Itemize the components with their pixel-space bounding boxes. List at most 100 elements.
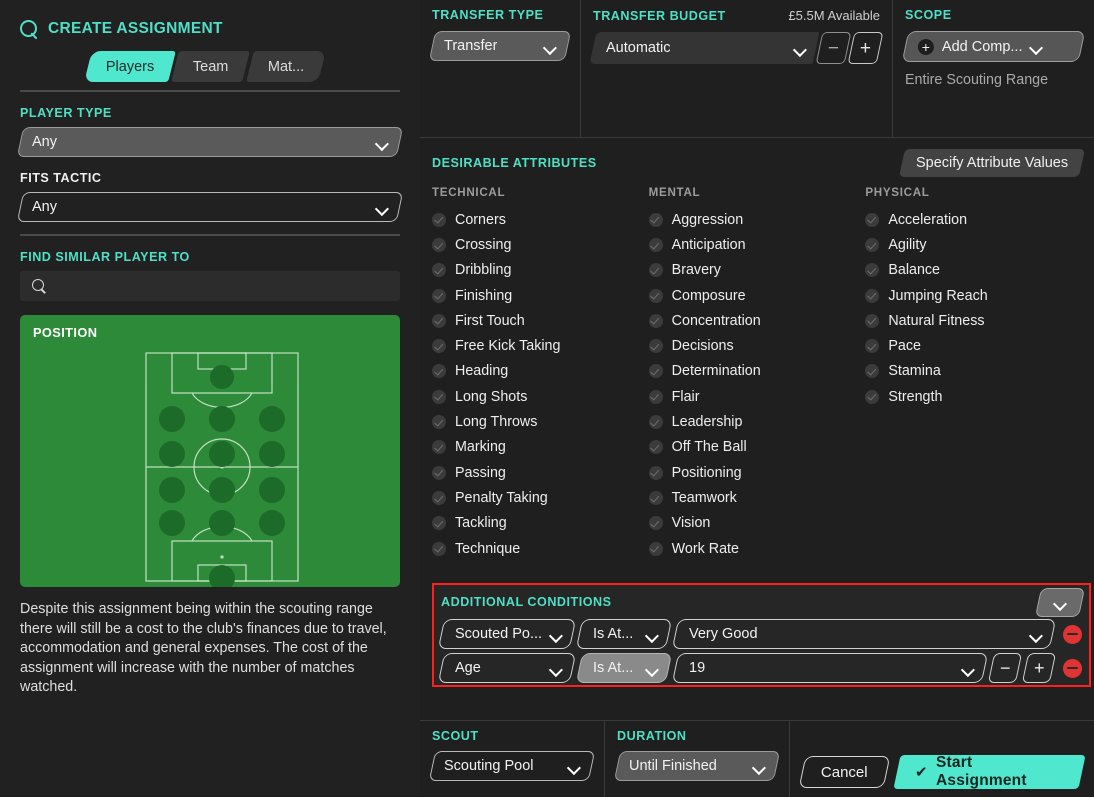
condition-operator-select[interactable]: Is At...: [575, 653, 673, 683]
attribute-item[interactable]: Teamwork: [648, 485, 866, 510]
attribute-item[interactable]: Leadership: [648, 409, 866, 434]
checkbox-icon[interactable]: [865, 288, 880, 303]
checkbox-icon[interactable]: [432, 288, 446, 303]
attribute-item[interactable]: Flair: [648, 384, 866, 409]
attribute-item[interactable]: Work Rate: [648, 536, 866, 561]
checkbox-icon[interactable]: [432, 237, 446, 252]
position-pitch[interactable]: POSITION: [20, 315, 400, 587]
checkbox-icon[interactable]: [648, 263, 663, 278]
checkbox-icon[interactable]: [865, 237, 880, 252]
additional-conditions-expand-button[interactable]: [1034, 588, 1086, 617]
checkbox-icon[interactable]: [648, 490, 663, 505]
checkbox-icon[interactable]: [432, 212, 446, 227]
checkbox-icon[interactable]: [648, 313, 663, 328]
attribute-item[interactable]: Long Shots: [432, 384, 649, 409]
attribute-item[interactable]: Agility: [865, 232, 1082, 257]
attribute-item[interactable]: Corners: [432, 207, 649, 232]
cancel-button[interactable]: Cancel: [798, 756, 891, 788]
attribute-item[interactable]: Passing: [432, 460, 649, 485]
attribute-item[interactable]: Natural Fitness: [865, 308, 1082, 333]
attribute-item[interactable]: Aggression: [648, 207, 866, 232]
checkbox-icon[interactable]: [648, 212, 663, 227]
attribute-item[interactable]: Concentration: [648, 308, 866, 333]
checkbox-icon[interactable]: [432, 440, 446, 455]
condition-field-select[interactable]: Scouted Po...: [437, 619, 577, 649]
attribute-item[interactable]: Balance: [865, 258, 1082, 283]
checkbox-icon[interactable]: [432, 339, 446, 354]
checkbox-icon[interactable]: [648, 389, 663, 404]
attribute-item[interactable]: Dribbling: [432, 258, 649, 283]
attribute-item[interactable]: Marking: [432, 435, 649, 460]
attribute-item[interactable]: Jumping Reach: [865, 283, 1082, 308]
attribute-item[interactable]: First Touch: [432, 308, 649, 333]
checkbox-icon[interactable]: [648, 465, 663, 480]
attribute-item[interactable]: Finishing: [432, 283, 649, 308]
checkbox-icon[interactable]: [865, 364, 880, 379]
condition-value-select[interactable]: Very Good: [671, 619, 1057, 649]
condition-increment-button[interactable]: +: [1021, 653, 1057, 683]
checkbox-icon[interactable]: [865, 339, 880, 354]
attribute-item[interactable]: Technique: [432, 536, 649, 561]
checkbox-icon[interactable]: [432, 516, 446, 531]
checkbox-icon[interactable]: [648, 237, 663, 252]
attribute-item[interactable]: Strength: [865, 384, 1082, 409]
attribute-item[interactable]: Penalty Taking: [432, 485, 649, 510]
checkbox-icon[interactable]: [865, 212, 880, 227]
attribute-item[interactable]: Free Kick Taking: [432, 333, 649, 358]
checkbox-icon[interactable]: [432, 415, 446, 430]
attribute-item[interactable]: Decisions: [648, 333, 866, 358]
attribute-item[interactable]: Heading: [432, 359, 649, 384]
checkbox-icon[interactable]: [432, 490, 446, 505]
condition-decrement-button[interactable]: −: [987, 653, 1023, 683]
attribute-item[interactable]: Determination: [648, 359, 866, 384]
checkbox-icon[interactable]: [648, 415, 663, 430]
specify-attribute-values-button[interactable]: Specify Attribute Values: [898, 149, 1085, 177]
budget-decrement-button[interactable]: −: [815, 32, 852, 64]
attribute-item[interactable]: Positioning: [648, 460, 866, 485]
tab-players[interactable]: Players: [84, 51, 177, 82]
checkbox-icon[interactable]: [648, 339, 663, 354]
transfer-budget-select[interactable]: Automatic: [589, 32, 820, 64]
scout-select[interactable]: Scouting Pool: [428, 751, 596, 781]
checkbox-icon[interactable]: [432, 541, 446, 556]
tab-team[interactable]: Team: [171, 51, 251, 82]
condition-operator-select[interactable]: Is At...: [575, 619, 673, 649]
start-assignment-button[interactable]: ✔ Start Assignment: [893, 754, 1086, 789]
attribute-item[interactable]: Off The Ball: [648, 435, 866, 460]
condition-value-select[interactable]: 19: [671, 653, 989, 683]
attribute-item[interactable]: Vision: [648, 511, 866, 536]
add-competition-button[interactable]: + Add Comp...: [901, 31, 1086, 62]
budget-increment-button[interactable]: +: [847, 32, 884, 64]
tab-matches[interactable]: Mat...: [245, 51, 326, 82]
player-type-select[interactable]: Any: [16, 127, 404, 157]
checkbox-icon[interactable]: [648, 541, 663, 556]
attribute-item[interactable]: Tackling: [432, 511, 649, 536]
checkbox-icon[interactable]: [648, 440, 663, 455]
remove-condition-button[interactable]: [1063, 624, 1082, 644]
checkbox-icon[interactable]: [648, 516, 663, 531]
attribute-item[interactable]: Anticipation: [648, 232, 866, 257]
checkbox-icon[interactable]: [432, 389, 446, 404]
attribute-item[interactable]: Bravery: [648, 258, 866, 283]
remove-condition-button[interactable]: [1063, 658, 1082, 678]
attribute-item[interactable]: Crossing: [432, 232, 649, 257]
transfer-type-select[interactable]: Transfer: [428, 31, 572, 61]
attribute-item[interactable]: Stamina: [865, 359, 1082, 384]
checkbox-icon[interactable]: [865, 263, 880, 278]
checkbox-icon[interactable]: [432, 364, 446, 379]
checkbox-icon[interactable]: [648, 364, 663, 379]
attribute-item[interactable]: Acceleration: [865, 207, 1082, 232]
condition-field-select[interactable]: Age: [437, 653, 577, 683]
attribute-item[interactable]: Pace: [865, 333, 1082, 358]
checkbox-icon[interactable]: [432, 313, 446, 328]
search-input[interactable]: [54, 278, 388, 294]
checkbox-icon[interactable]: [865, 389, 880, 404]
checkbox-icon[interactable]: [432, 263, 446, 278]
fits-tactic-select[interactable]: Any: [16, 192, 404, 222]
attribute-item[interactable]: Long Throws: [432, 409, 649, 434]
checkbox-icon[interactable]: [432, 465, 446, 480]
checkbox-icon[interactable]: [648, 288, 663, 303]
checkbox-icon[interactable]: [865, 313, 880, 328]
attribute-item[interactable]: Composure: [648, 283, 866, 308]
duration-select[interactable]: Until Finished: [613, 751, 781, 781]
